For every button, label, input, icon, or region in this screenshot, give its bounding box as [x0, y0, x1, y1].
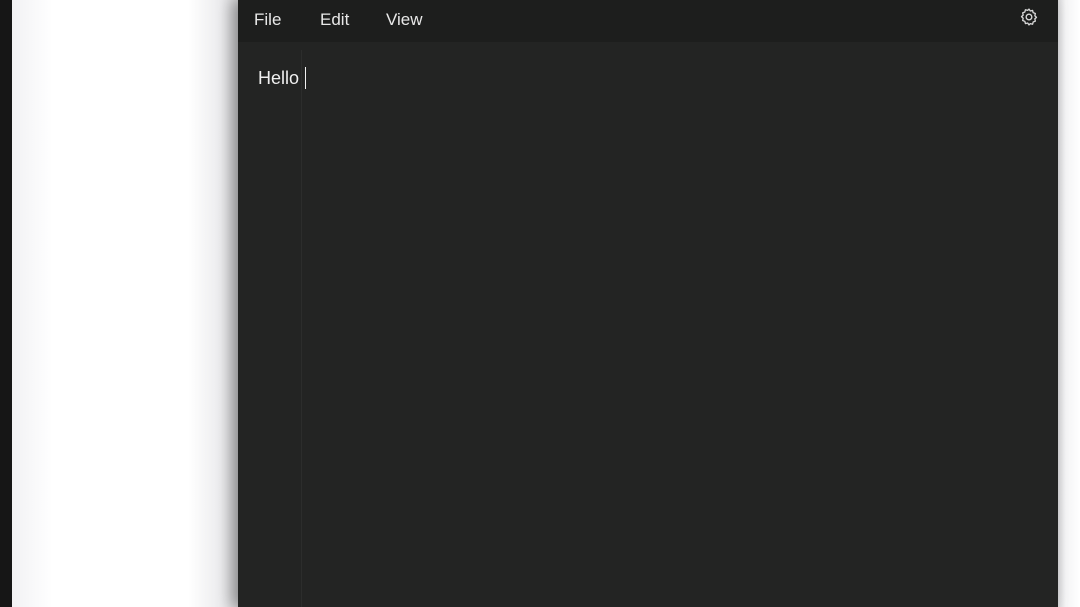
settings-button[interactable]: [1016, 6, 1042, 32]
menu-file[interactable]: File: [252, 8, 283, 32]
background-window-edge: [1058, 0, 1080, 607]
menu-edit[interactable]: Edit: [318, 8, 351, 32]
text-editor[interactable]: Hello: [238, 42, 1058, 607]
text-caret: [305, 67, 307, 89]
editor-divider: [301, 50, 302, 607]
menu-bar: File Edit View: [238, 0, 1058, 42]
editor-text: Hello: [258, 68, 300, 88]
desktop: File Edit View Hello: [0, 0, 1080, 607]
menu-view[interactable]: View: [384, 8, 425, 32]
editor-line: Hello: [258, 66, 307, 90]
gear-icon: [1019, 7, 1039, 32]
notepad-window: File Edit View Hello: [238, 0, 1058, 607]
background-window: [12, 0, 238, 607]
